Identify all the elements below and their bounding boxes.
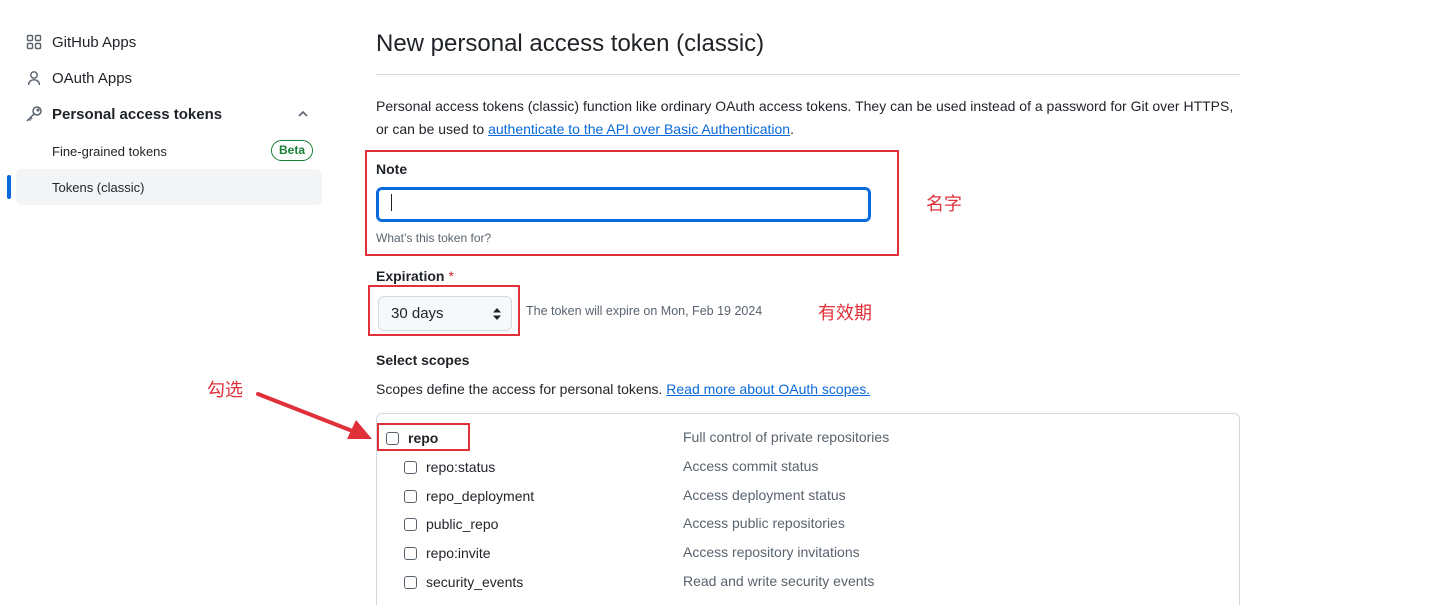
scope-row-security-events: security_events (404, 574, 523, 590)
scope-checkbox-public-repo[interactable] (404, 517, 417, 531)
sidebar-item-label: Fine-grained tokens (52, 143, 167, 159)
scope-checkbox-repo-status[interactable] (404, 460, 417, 474)
sidebar-item-label: Personal access tokens (52, 105, 223, 123)
annotation-box-repo (377, 423, 470, 451)
scope-row-public-repo: public_repo (404, 516, 498, 532)
annotation-name-label: 名字 (926, 194, 962, 214)
scope-row-repo-status: repo:status (404, 459, 495, 475)
scope-row-repo-invite: repo:invite (404, 545, 491, 561)
annotation-check-label: 勾选 (207, 380, 243, 400)
key-icon (24, 104, 44, 124)
scope-desc: Read and write security events (683, 573, 875, 589)
expiration-label: Expiration * (376, 268, 454, 284)
scope-desc: Access public repositories (683, 515, 845, 531)
scopes-description: Scopes define the access for personal to… (376, 381, 870, 397)
scope-desc: Access deployment status (683, 487, 846, 503)
annotation-box-note (365, 150, 899, 256)
expiration-label-text: Expiration (376, 268, 445, 284)
expiration-note: The token will expire on Mon, Feb 19 202… (526, 304, 763, 318)
apps-icon (24, 32, 44, 52)
divider (376, 74, 1240, 75)
scope-row-repo-deployment: repo_deployment (404, 488, 534, 504)
required-mark: * (448, 268, 454, 284)
sidebar-item-tokens-classic[interactable]: Tokens (classic) (7, 169, 322, 205)
basic-auth-link[interactable]: authenticate to the API over Basic Authe… (488, 121, 790, 137)
scope-checkbox-repo-invite[interactable] (404, 546, 417, 560)
sidebar-item-oauth-apps[interactable]: OAuth Apps (16, 60, 322, 96)
scope-name: repo_deployment (426, 488, 535, 504)
scopes-desc-text: Scopes define the access for personal to… (376, 381, 667, 397)
scope-desc: Full control of private repositories (683, 429, 890, 445)
sidebar-item-label: GitHub Apps (52, 33, 137, 51)
scope-name: repo:status (426, 459, 496, 475)
annotation-box-expiration (368, 285, 520, 336)
person-icon (24, 68, 44, 88)
page-title: New personal access token (classic) (376, 30, 765, 57)
scope-name: security_events (426, 574, 524, 590)
oauth-scopes-link[interactable]: Read more about OAuth scopes. (666, 381, 870, 397)
scope-desc: Access commit status (683, 458, 819, 474)
scope-checkbox-repo-deployment[interactable] (404, 489, 417, 503)
scope-checkbox-security-events[interactable] (404, 575, 417, 589)
scopes-list: repo Full control of private repositorie… (376, 413, 1240, 605)
sidebar-item-label: Tokens (classic) (52, 179, 145, 195)
intro-text: Personal access tokens (classic) functio… (376, 95, 1240, 141)
beta-badge: Beta (270, 140, 313, 161)
scopes-label: Select scopes (376, 352, 470, 368)
scope-name: public_repo (426, 516, 499, 532)
sidebar-item-fine-grained-tokens[interactable]: Fine-grained tokens Beta (16, 133, 322, 169)
chevron-up-icon[interactable] (294, 105, 312, 123)
sidebar-item-github-apps[interactable]: GitHub Apps (16, 24, 322, 60)
scope-desc: Access repository invitations (683, 544, 860, 560)
scope-name: repo:invite (426, 545, 491, 561)
annotation-arrow-icon (256, 392, 372, 439)
annotation-validity-label: 有效期 (818, 303, 872, 323)
sidebar-item-personal-access-tokens[interactable]: Personal access tokens (16, 96, 322, 132)
intro-end: . (790, 121, 794, 137)
active-indicator (7, 175, 11, 199)
sidebar-item-label: OAuth Apps (52, 69, 133, 87)
